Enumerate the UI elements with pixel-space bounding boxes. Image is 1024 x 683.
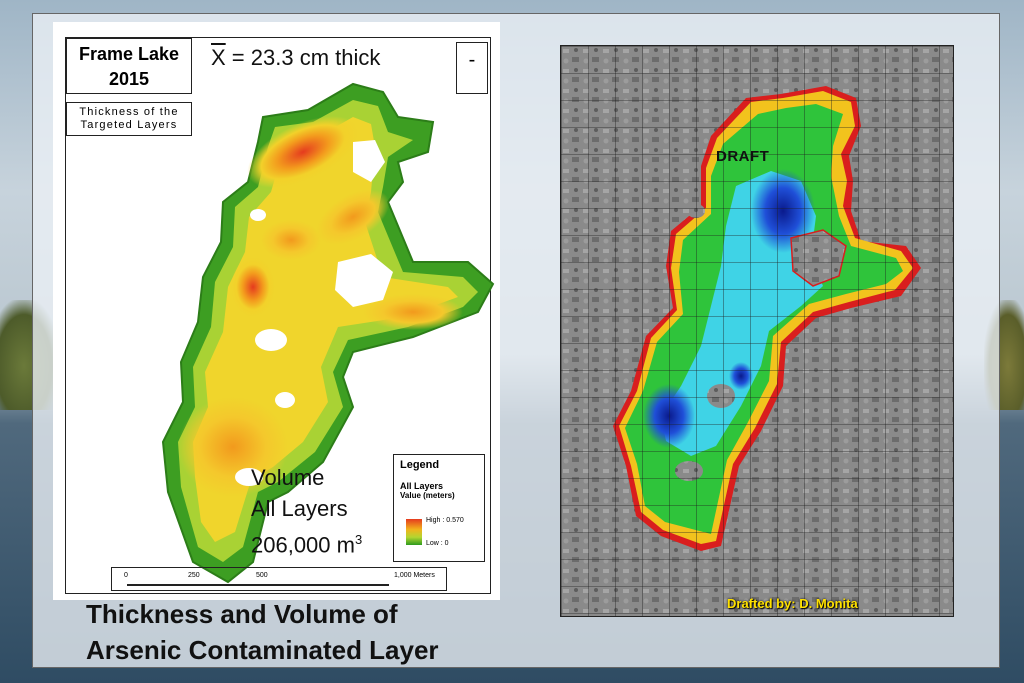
legend-layer: All Layers (400, 481, 444, 491)
legend-color-ramp (406, 519, 422, 545)
scale-tick-1000: 1,000 Meters (394, 572, 435, 579)
legend-value-label: Value (meters) (400, 491, 455, 500)
bathymetry-map (561, 46, 953, 616)
scale-line (127, 584, 389, 586)
bathymetry-map-panel: DRAFT Drafted by: D. Monita (560, 45, 954, 617)
slide-caption: Thickness and Volume of Arsenic Contamin… (86, 596, 439, 668)
scale-tick-0: 0 (124, 572, 128, 579)
volume-line3: 206,000 m3 (251, 524, 362, 560)
scale-bar: 0 250 500 1,000 Meters (111, 567, 447, 591)
legend-high: High : 0.570 (426, 517, 464, 524)
volume-line1: Volume (251, 465, 325, 490)
scale-tick-250: 250 (188, 572, 200, 579)
scale-tick-500: 500 (256, 572, 268, 579)
volume-label: Volume All Layers 206,000 m3 (251, 462, 362, 560)
caption-line1: Thickness and Volume of (86, 599, 398, 629)
drafted-by-credit: Drafted by: D. Monita (727, 596, 858, 611)
volume-line2: All Layers (251, 496, 348, 521)
volume-value: 206,000 m (251, 532, 355, 558)
thickness-map-panel: Frame Lake 2015 Thickness of the Targete… (53, 22, 500, 600)
draft-watermark: DRAFT (716, 148, 770, 165)
legend-box: Legend All Layers Value (meters) High : … (393, 454, 485, 562)
legend-title: Legend (400, 459, 440, 471)
legend-low: Low : 0 (426, 540, 449, 547)
volume-unit-exponent: 3 (354, 532, 363, 547)
caption-line2: Arsenic Contaminated Layer (86, 635, 439, 665)
